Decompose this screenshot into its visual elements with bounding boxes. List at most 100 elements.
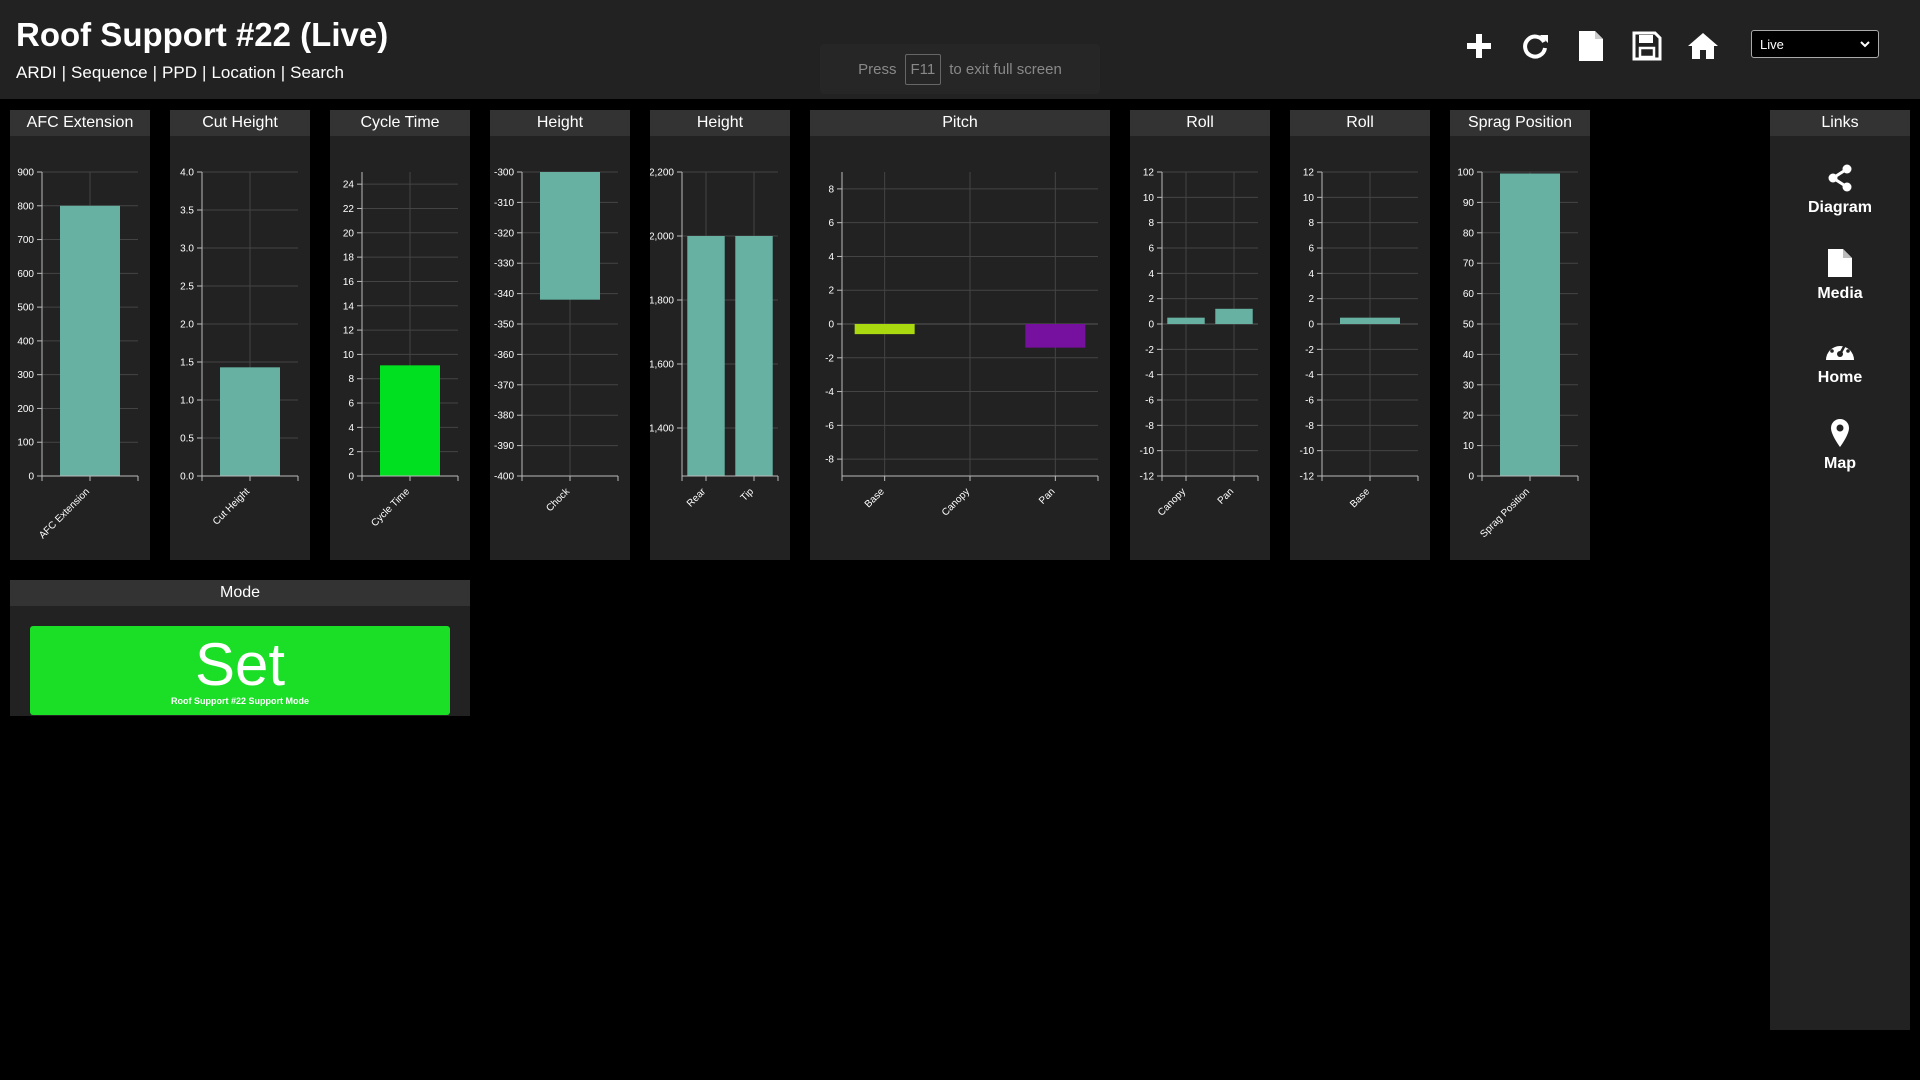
y-tick-label: 600 (17, 269, 34, 280)
y-tick-label: 0.0 (180, 472, 194, 483)
y-tick-label: 1.0 (180, 396, 194, 407)
nav-link-ardi[interactable]: ARDI (16, 63, 57, 82)
y-tick-label: 100 (17, 438, 34, 449)
link-media[interactable]: Media (1770, 248, 1910, 303)
chart-bar (1167, 317, 1205, 324)
map-pin-icon (1831, 419, 1849, 447)
y-tick-label: 10 (1463, 441, 1475, 452)
y-tick-label: 18 (343, 253, 355, 264)
y-tick-label: 800 (17, 201, 34, 212)
y-tick-label: 2,000 (650, 232, 674, 243)
chart-bar (220, 367, 280, 476)
y-tick-label: 0 (348, 472, 354, 483)
y-tick-label: -2 (1145, 345, 1154, 356)
set-mode-button-label: Set (194, 631, 286, 698)
y-tick-label: 20 (343, 228, 355, 239)
y-tick-label: -6 (825, 421, 834, 432)
new-document-button[interactable] (1574, 29, 1608, 63)
y-tick-label: -370 (494, 380, 514, 391)
chart-title: Cycle Time (330, 110, 470, 136)
chart-panel-1: AFC Extension 0 100 200 300 400 500 600 700 800 90… (10, 110, 150, 560)
mode-select[interactable]: Live (1751, 30, 1879, 58)
chart-bar (1215, 308, 1253, 324)
y-tick-label: -320 (494, 228, 514, 239)
y-tick-label: 14 (343, 301, 355, 312)
chart-svg: 0 10 20 30 40 50 60 70 80 90 100 Sprag Position (1457, 168, 1579, 540)
y-tick-label: 3.0 (180, 244, 194, 255)
chart-bar (687, 236, 725, 476)
home-button[interactable] (1686, 29, 1720, 63)
dashboard-icon (1826, 340, 1854, 360)
links-panel-title: Links (1770, 110, 1910, 136)
y-tick-label: -12 (1140, 472, 1155, 483)
breadcrumb-nav: ARDI | Sequence | PPD | Location | Search (16, 63, 345, 82)
y-tick-label: 1,400 (650, 424, 674, 435)
x-tick-label: Base (863, 486, 887, 510)
add-button[interactable] (1462, 29, 1496, 63)
save-button[interactable] (1630, 29, 1664, 63)
header-bar: Roof Support #22 (Live) ARDI | Sequence | PP… (0, 0, 1920, 99)
fullscreen-hint-post: to exit full screen (949, 60, 1062, 78)
y-tick-label: 4 (828, 252, 834, 263)
nav-link-location[interactable]: Location (211, 63, 275, 82)
chart-bar (1340, 317, 1400, 324)
chart-panel-3: Cycle Time 0 2 4 6 8 10 12 14 16 18 20 22 24 Cycle Tim… (330, 110, 470, 560)
y-tick-label: -10 (1140, 446, 1155, 457)
x-tick-label: Canopy (1156, 486, 1188, 518)
y-tick-label: 2.0 (180, 320, 194, 331)
chart-svg: 024681012141618202224Cycle Time (343, 172, 459, 529)
plus-icon (1467, 34, 1491, 58)
chart-svg: -12 -10 -8 -6 -4 -2 0 2 4 6 8 10 12 Canopy Pan (1140, 168, 1259, 518)
y-tick-label: 4.0 (180, 168, 194, 179)
y-tick-label: 2 (828, 286, 834, 297)
y-tick-label: 90 (1463, 198, 1475, 209)
y-tick-label: -400 (494, 472, 514, 483)
y-tick-label: 60 (1463, 289, 1475, 300)
fullscreen-hint: Press F11 to exit full screen (820, 44, 1100, 94)
y-tick-label: -8 (1305, 421, 1314, 432)
chart-panel-7: Roll -12 -10 -8 -6 -4 -2 0 2 4 6 8 10 12 Canopy Pan (1130, 110, 1270, 560)
x-tick-label: Sprag Position (1478, 486, 1532, 540)
fullscreen-hint-pre: Press (858, 60, 897, 78)
y-tick-label: 22 (343, 204, 355, 215)
y-tick-label: 40 (1463, 350, 1475, 361)
nav-link-search[interactable]: Search (290, 63, 344, 82)
y-tick-label: 2.5 (180, 282, 194, 293)
y-tick-label: -330 (494, 259, 514, 270)
refresh-button[interactable] (1518, 29, 1552, 63)
x-tick-label: Pan (1216, 486, 1236, 506)
y-tick-label: 10 (343, 350, 355, 361)
y-tick-label: 50 (1463, 320, 1475, 331)
y-tick-label: 0.5 (180, 434, 194, 445)
chart-svg: -400 -390 -380 -370 -360 -350 -340 -330 -320 -310… (494, 168, 619, 515)
y-tick-label: 10 (1143, 193, 1155, 204)
nav-link-sequence[interactable]: Sequence (71, 63, 148, 82)
y-tick-label: 20 (1463, 411, 1475, 422)
link-map[interactable]: Map (1770, 418, 1910, 473)
nav-link-ppd[interactable]: PPD (162, 63, 197, 82)
file-icon (1828, 249, 1852, 277)
chart-bar (1500, 173, 1560, 476)
share-icon (1828, 164, 1852, 192)
y-tick-label: 4 (348, 423, 354, 434)
y-tick-label: 8 (348, 374, 354, 385)
toolbar (1462, 28, 1720, 64)
chart-title: AFC Extension (10, 110, 150, 136)
chart-svg: -12 -10 -8 -6 -4 -2 0 2 4 6 8 10 12 Base (1300, 168, 1419, 510)
y-tick-label: 200 (17, 404, 34, 415)
y-tick-label: -2 (1305, 345, 1314, 356)
set-mode-button[interactable]: Set Roof Support #22 Support Mode (30, 626, 450, 715)
link-home[interactable]: Home (1770, 336, 1910, 387)
y-tick-label: 80 (1463, 228, 1475, 239)
y-tick-label: -310 (494, 198, 514, 209)
x-tick-label: Chock (544, 486, 573, 515)
chart-title: Roll (1290, 110, 1430, 136)
x-tick-label: Cycle Time (369, 486, 412, 529)
y-tick-label: 900 (17, 168, 34, 179)
chart-panel-6: Pitch -8 -6 -4 -2 0 2 4 6 8 Base Canopy Pan (810, 110, 1110, 560)
chart-title: Pitch (810, 110, 1110, 136)
y-tick-label: 8 (1308, 218, 1314, 229)
link-diagram[interactable]: Diagram (1770, 164, 1910, 217)
y-tick-label: 8 (828, 184, 834, 195)
link-map-label: Map (1824, 455, 1856, 472)
